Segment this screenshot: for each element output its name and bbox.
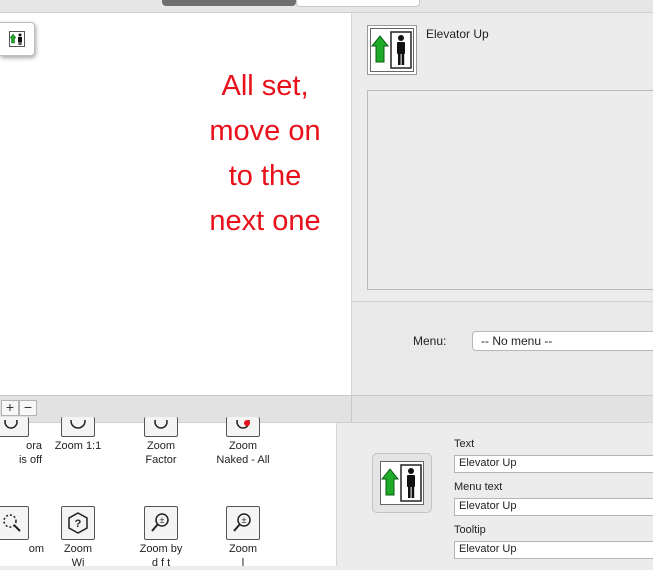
menu-select[interactable]: -- No menu -- [472, 331, 653, 351]
svg-text:?: ? [75, 518, 82, 530]
item-title: Elevator Up [426, 27, 489, 41]
detail-icon-well[interactable] [372, 453, 432, 513]
svg-text:±: ± [160, 515, 165, 525]
description-box[interactable] [367, 90, 653, 290]
menu-text-field[interactable]: Elevator Up [454, 498, 653, 516]
zoom-by-icon: ± [144, 506, 178, 540]
svg-text:±: ± [242, 515, 247, 525]
magnifier-icon [0, 417, 29, 437]
library-item[interactable]: Zoom Naked - All [203, 417, 283, 467]
library-item-label: Zoom 1:1 [54, 440, 102, 452]
library-item[interactable]: Zoom Factor [121, 417, 201, 467]
library-item[interactable]: ± Zoom l [203, 506, 283, 570]
zoom-1-1-icon [61, 417, 95, 437]
library-item[interactable]: ? Zoom Wi [38, 506, 118, 570]
segment-selected[interactable] [162, 0, 296, 6]
item-icon-well[interactable] [367, 25, 417, 75]
message-line: All set, [221, 70, 309, 102]
remove-button[interactable]: − [19, 400, 37, 416]
action-library: ora is off Zoom 1:1 Zoom Factor Zoom Nak… [0, 417, 337, 569]
zoom-window-icon: ? [61, 506, 95, 540]
elevator-up-icon [370, 28, 414, 72]
library-item[interactable]: ± Zoom by d f t [121, 506, 201, 570]
library-item-label: Zoom Naked - All [216, 440, 270, 466]
elevator-up-toolbar-item[interactable] [0, 22, 35, 56]
library-item[interactable]: Zoom 1:1 [38, 417, 118, 453]
message-line: move on [209, 115, 321, 147]
menu-text-label: Menu text [454, 481, 503, 493]
text-field[interactable]: Elevator Up [454, 455, 653, 473]
elevator-up-icon [9, 31, 25, 47]
zoom-dotted-icon [0, 506, 29, 540]
text-label: Text [454, 438, 475, 450]
message-line: next one [209, 205, 321, 237]
library-item-label: Zoom Factor [145, 440, 177, 466]
add-button[interactable]: + [1, 400, 19, 416]
message-line: to the [228, 160, 302, 192]
status-message: All set, move on to the next one [180, 64, 350, 244]
menu-label: Menu: [413, 334, 447, 348]
segment-unselected[interactable] [296, 0, 420, 7]
tooltip-label: Tooltip [454, 524, 486, 536]
tooltip-field[interactable]: Elevator Up [454, 541, 653, 559]
zoom-plusminus-icon: ± [226, 506, 260, 540]
pane-separator [351, 395, 352, 423]
zoom-naked-icon [226, 417, 260, 437]
zoom-factor-icon [144, 417, 178, 437]
elevator-up-icon [380, 461, 424, 505]
